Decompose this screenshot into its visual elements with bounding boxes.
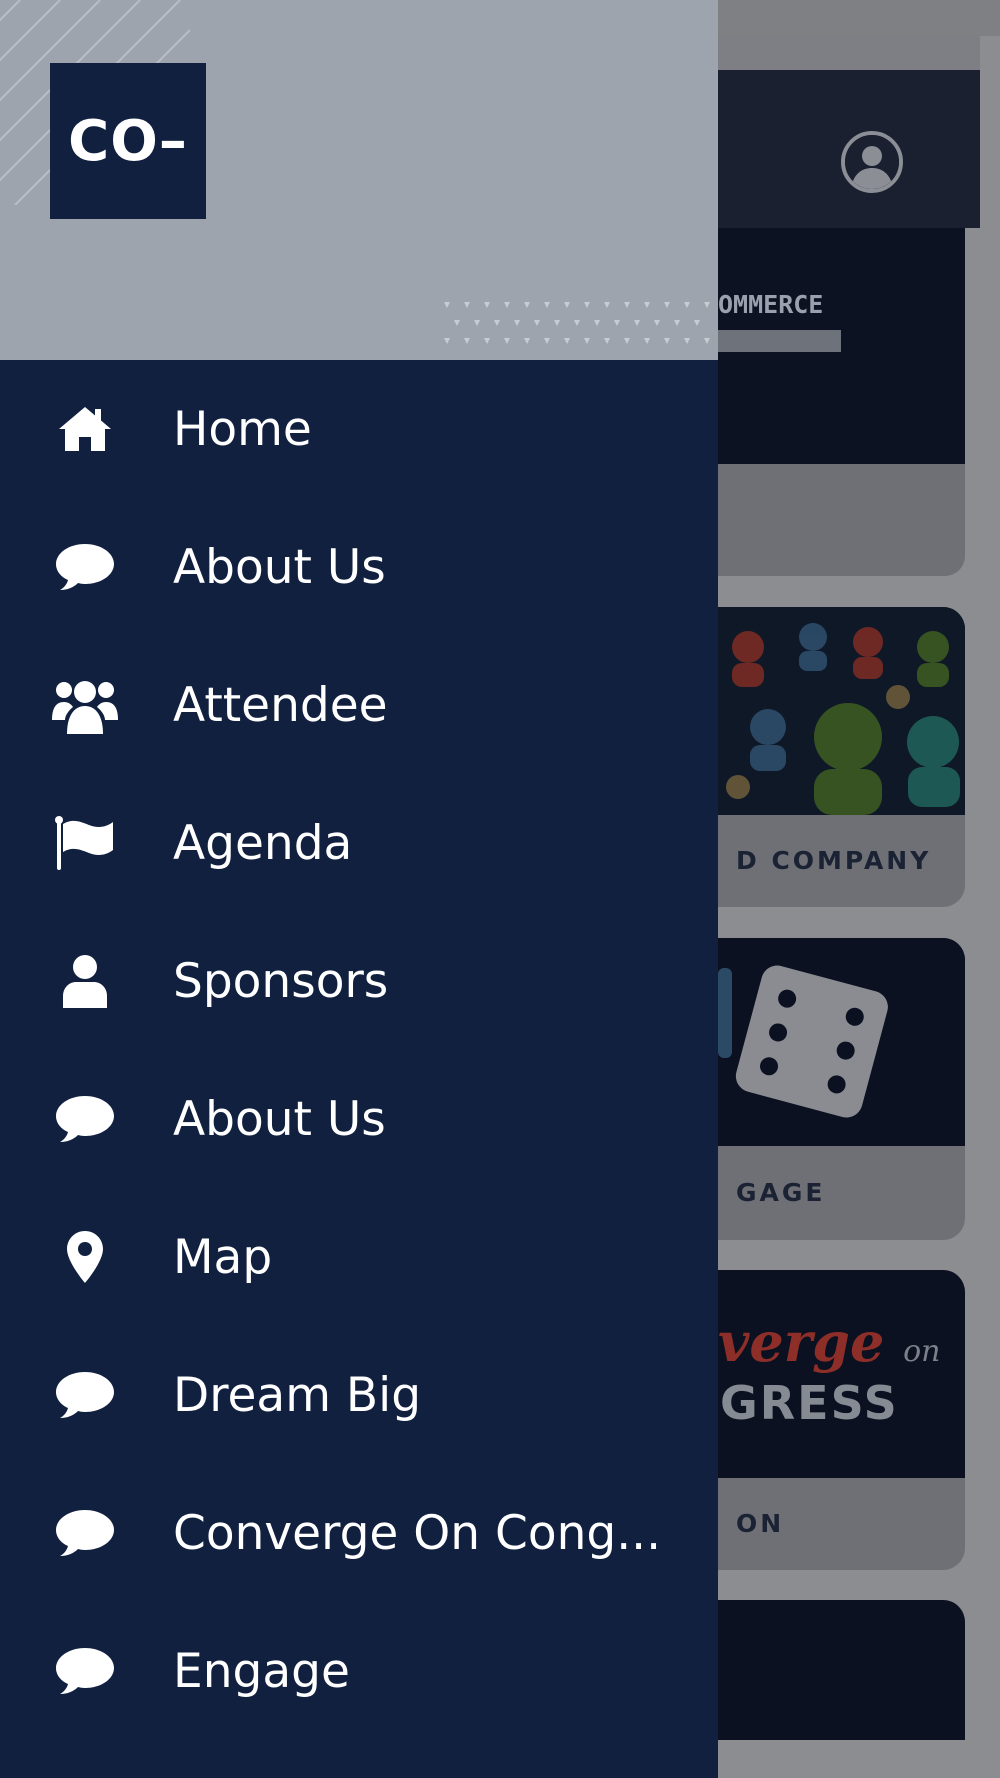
menu-item-label: Map (173, 1229, 273, 1285)
menu-item-label: Engage (173, 1643, 350, 1699)
app-logo: CO– (50, 63, 206, 219)
card-image-converge: verge on GRESS (718, 1270, 965, 1478)
map-pin-icon (52, 1227, 118, 1287)
chat-bubble-icon (52, 1365, 118, 1425)
background-card-engage[interactable]: GAGE (718, 938, 965, 1240)
card-caption: D COMPANY (736, 846, 932, 875)
verge-text: verge (718, 1310, 885, 1374)
background-card-company[interactable]: D COMPANY (718, 607, 965, 907)
menu-item-map[interactable]: Map (0, 1188, 718, 1326)
home-icon (52, 399, 118, 459)
menu-item-dream-big[interactable]: Dream Big (0, 1326, 718, 1464)
menu-item-label: About Us (173, 539, 386, 595)
menu-item-label: Attendee (173, 677, 388, 733)
on-text: on (903, 1334, 941, 1369)
chat-bubble-icon (52, 537, 118, 597)
user-icon (52, 951, 118, 1011)
menu-item-about-us-2[interactable]: About Us (0, 1050, 718, 1188)
menu-item-engage[interactable]: Engage (0, 1602, 718, 1740)
chat-bubble-icon (52, 1641, 118, 1701)
card-image-dice (718, 938, 965, 1146)
users-icon (52, 675, 118, 735)
background-card-commerce[interactable]: OMMERCE (718, 228, 965, 576)
background-card-partial[interactable] (718, 1600, 965, 1740)
menu-item-label: Sponsors (173, 953, 389, 1009)
menu-item-converge-on-congress[interactable]: Converge On Cong... (0, 1464, 718, 1602)
menu-item-attendee[interactable]: Attendee (0, 636, 718, 774)
menu-item-sponsors[interactable]: Sponsors (0, 912, 718, 1050)
menu-item-home[interactable]: Home (0, 360, 718, 498)
card-image-bar (718, 330, 841, 352)
background-top-strip (718, 36, 980, 70)
card-image: OMMERCE (718, 228, 965, 464)
card-image (718, 1600, 965, 1740)
card-image-people (718, 607, 965, 815)
menu-item-label: Dream Big (173, 1367, 422, 1423)
background-card-converge[interactable]: verge on GRESS ON CONGRESS (718, 1270, 965, 1570)
menu-item-label: Agenda (173, 815, 353, 871)
drawer-header: CO– (0, 0, 718, 360)
profile-icon[interactable] (841, 131, 903, 193)
menu-item-label: Converge On Cong... (173, 1505, 662, 1561)
chat-bubble-icon (52, 1089, 118, 1149)
card-image-text: verge on (718, 1310, 941, 1374)
side-drawer: CO– Home About Us Attendee Agenda Sponso… (0, 0, 718, 1778)
card-caption: ON CONGRESS (736, 1509, 785, 1538)
logo-text: CO– (68, 108, 188, 174)
chat-bubble-icon (52, 1503, 118, 1563)
menu-item-about-us[interactable]: About Us (0, 498, 718, 636)
menu-item-agenda[interactable]: Agenda (0, 774, 718, 912)
dot-pattern (444, 302, 710, 344)
menu-item-label: Home (173, 401, 312, 457)
card-image-text: OMMERCE (718, 290, 824, 319)
menu-item-label: About Us (173, 1091, 386, 1147)
card-image-text-2: GRESS (720, 1376, 899, 1430)
card-caption: GAGE (736, 1178, 826, 1207)
flag-icon (52, 813, 118, 873)
